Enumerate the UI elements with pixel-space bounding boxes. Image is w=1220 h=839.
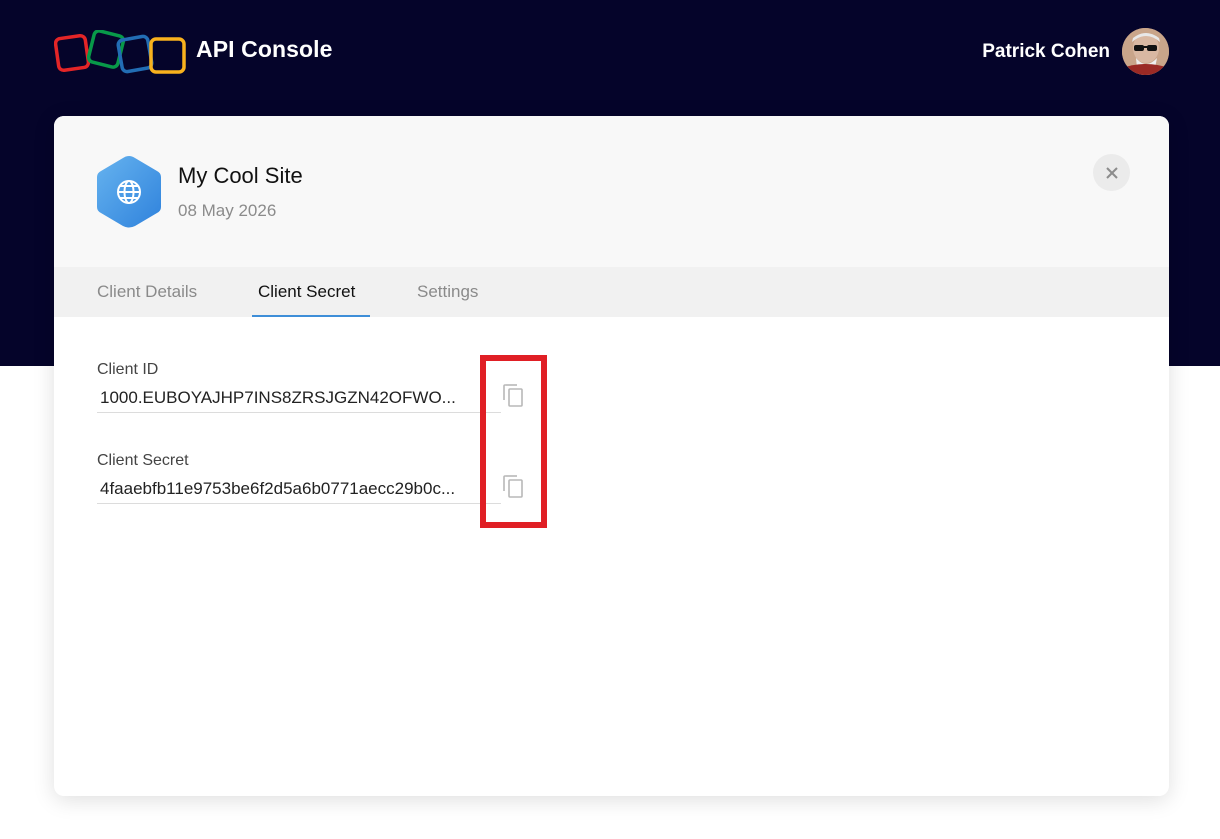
app-title: API Console: [196, 36, 333, 62]
tab-client-details[interactable]: Client Details: [97, 267, 197, 317]
copy-client-secret-button[interactable]: [502, 474, 526, 500]
tab-bar: Client Details Client Secret Settings: [54, 267, 1169, 317]
user-avatar[interactable]: [1122, 28, 1169, 75]
close-icon: [1105, 166, 1118, 179]
client-detail-card: My Cool Site 08 May 2026 Client Details …: [54, 116, 1169, 796]
card-header: My Cool Site 08 May 2026: [54, 116, 1169, 267]
copy-icon: [503, 384, 523, 407]
zoho-logo: [54, 30, 186, 74]
copy-client-id-button[interactable]: [502, 383, 526, 409]
user-name[interactable]: Patrick Cohen: [982, 41, 1110, 63]
client-date: 08 May 2026: [178, 201, 277, 220]
client-name: My Cool Site: [178, 163, 303, 188]
close-button[interactable]: [1093, 154, 1130, 191]
client-secret-label: Client Secret: [97, 452, 189, 469]
copy-icon: [503, 475, 523, 498]
client-id-label: Client ID: [97, 361, 159, 378]
site-type-badge: [97, 156, 161, 228]
tab-settings[interactable]: Settings: [417, 267, 478, 317]
client-secret-field[interactable]: 4faaebfb11e9753be6f2d5a6b0771aecc29b0c..…: [97, 476, 501, 504]
active-tab-indicator: [252, 315, 370, 317]
tab-client-secret[interactable]: Client Secret: [258, 267, 355, 317]
client-id-field[interactable]: 1000.EUBOYAJHP7INS8ZRSJGZN42OFWO...: [97, 385, 501, 413]
